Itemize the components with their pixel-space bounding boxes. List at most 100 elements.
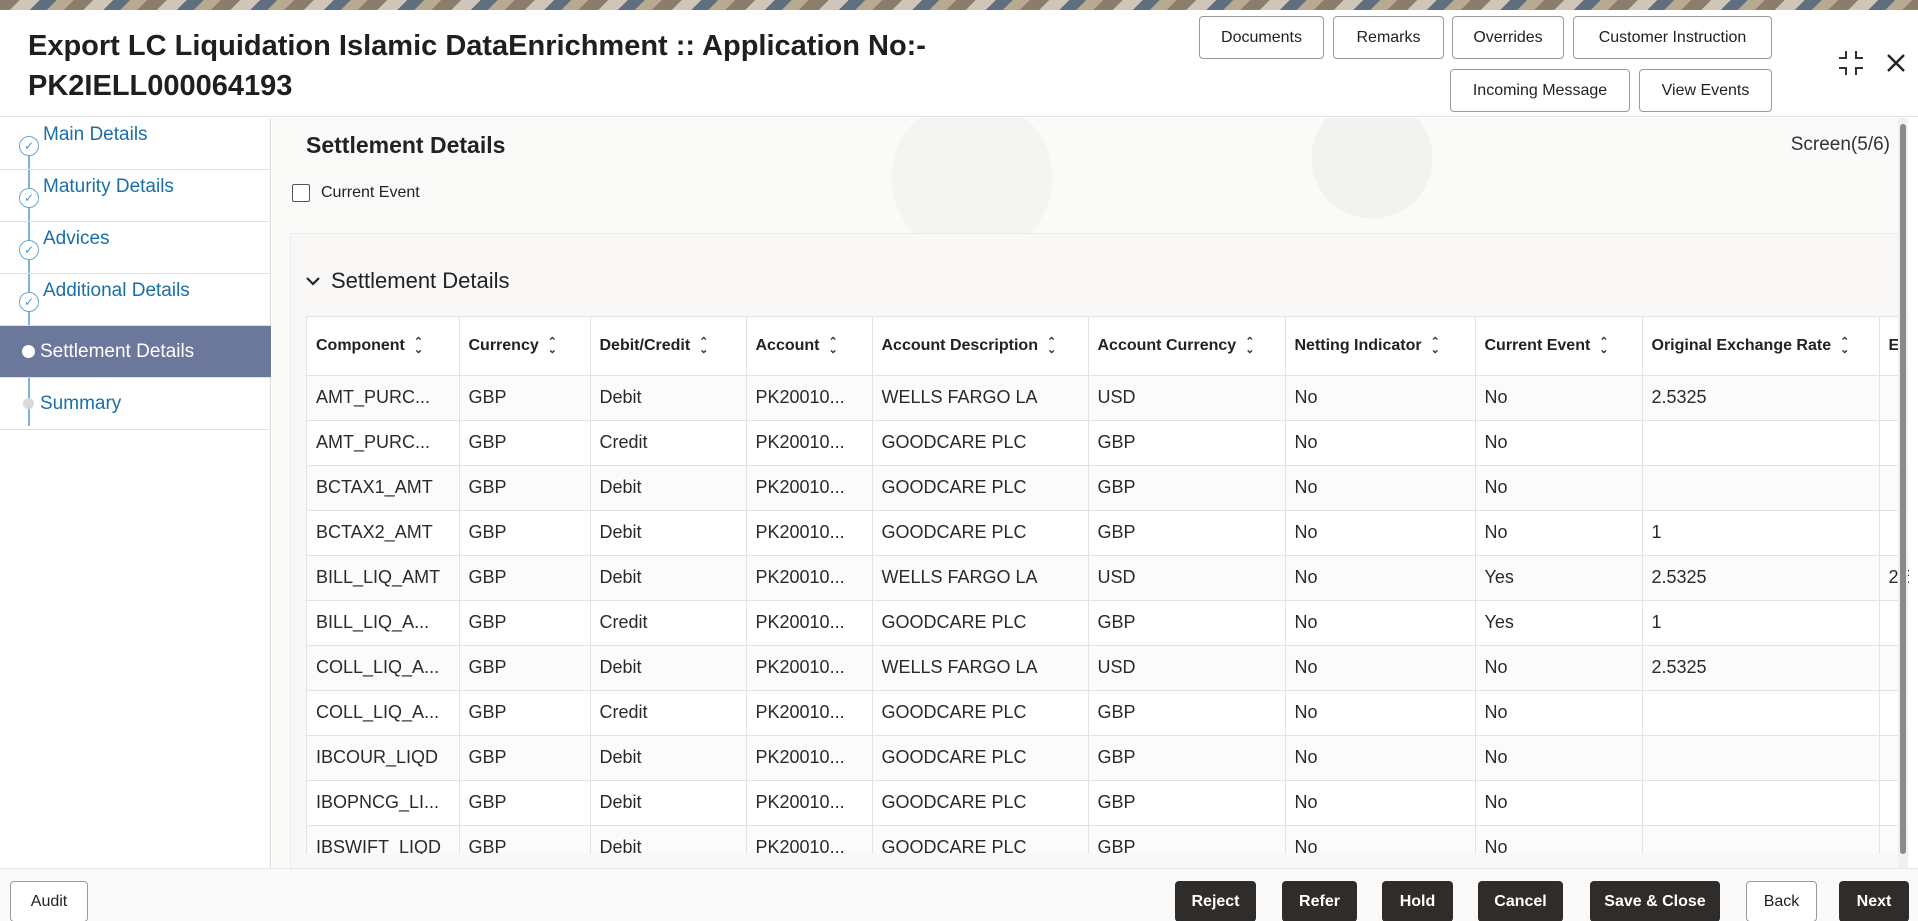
incoming-message-button[interactable]: Incoming Message — [1450, 69, 1630, 112]
sort-icon[interactable]: ⌃ ⌄ — [1431, 336, 1440, 355]
vertical-scrollbar[interactable] — [1898, 118, 1908, 896]
panel-title: Settlement Details — [331, 268, 510, 293]
table-cell: PK20010... — [746, 465, 873, 511]
sort-icon[interactable]: ⌃ ⌄ — [1047, 336, 1056, 355]
minimize-window-icon[interactable] — [1836, 48, 1866, 78]
table-cell: 1 — [1642, 510, 1880, 556]
column-header[interactable]: Netting Indicator ⌃ ⌄ — [1285, 317, 1476, 376]
table-row[interactable]: COLL_LIQ_A... GBP Credit PK20010... GOODCARE… — [307, 690, 1909, 736]
sort-icon[interactable]: ⌃ ⌄ — [1245, 336, 1254, 355]
settlement-details-panel: Settlement Details Component ⌃ ⌄ Currency ⌃ ⌄… — [290, 233, 1909, 896]
remarks-button[interactable]: Remarks — [1333, 16, 1444, 59]
back-button[interactable]: Back — [1746, 881, 1817, 921]
audit-button[interactable]: Audit — [10, 881, 88, 921]
next-button[interactable]: Next — [1839, 881, 1909, 921]
table-row[interactable]: BCTAX1_AMT GBP Debit PK20010... GOODCARE PLC… — [307, 465, 1909, 511]
table-cell: 2.5325 — [1642, 555, 1880, 601]
table-cell: No — [1285, 510, 1476, 556]
table-row[interactable]: BILL_LIQ_A... GBP Credit PK20010... GOODCARE… — [307, 600, 1909, 646]
table-cell: USD — [1088, 555, 1286, 601]
column-header-label: Account Currency — [1097, 336, 1237, 354]
reject-button[interactable]: Reject — [1175, 881, 1256, 921]
table-cell: GOODCARE PLC — [872, 780, 1089, 826]
table-cell: Debit — [590, 465, 747, 511]
column-header-label: Account — [755, 336, 820, 354]
current-event-checkbox[interactable]: Current Event — [292, 184, 420, 202]
sidebar-item-settlement-details[interactable]: Settlement Details — [0, 326, 271, 378]
table-row[interactable]: IBOPNCG_LI... GBP Debit PK20010... GOODCARE … — [307, 780, 1909, 826]
sidebar-item-main-details[interactable]: ✓ Main Details — [0, 118, 271, 170]
footer-bar: Audit Reject Refer Hold Cancel Save & Cl… — [0, 868, 1918, 921]
documents-button[interactable]: Documents — [1199, 16, 1324, 59]
table-cell: No — [1475, 690, 1643, 736]
cancel-button[interactable]: Cancel — [1478, 881, 1563, 921]
scrollbar-thumb[interactable] — [1900, 124, 1906, 854]
table-cell: AMT_PURC... — [307, 420, 460, 466]
column-header[interactable]: Component ⌃ ⌄ — [307, 317, 460, 376]
sort-icon[interactable]: ⌃ ⌄ — [699, 336, 708, 355]
hold-button[interactable]: Hold — [1382, 881, 1453, 921]
table-cell: 2.5325 — [1642, 645, 1880, 691]
table-cell: WELLS FARGO LA — [872, 375, 1089, 421]
table-cell: GBP — [459, 510, 591, 556]
table-cell: GBP — [459, 735, 591, 781]
column-header-label: Original Exchange Rate — [1651, 336, 1832, 354]
table-cell: GBP — [459, 555, 591, 601]
table-row[interactable]: AMT_PURC... GBP Debit PK20010... WELLS FARGO… — [307, 375, 1909, 421]
table-cell: WELLS FARGO LA — [872, 645, 1089, 691]
check-circle-icon: ✓ — [19, 292, 39, 312]
table-cell: GBP — [1088, 420, 1286, 466]
table-row[interactable]: AMT_PURC... GBP Credit PK20010... GOODCARE P… — [307, 420, 1909, 466]
sidebar-nav: ✓ Main Details ✓ Maturity Details ✓ Advi… — [0, 118, 271, 896]
table-cell: PK20010... — [746, 780, 873, 826]
table-cell: No — [1475, 510, 1643, 556]
column-header[interactable]: Currency ⌃ ⌄ — [459, 317, 591, 376]
sort-icon[interactable]: ⌃ ⌄ — [548, 336, 557, 355]
sort-icon[interactable]: ⌃ ⌄ — [1840, 336, 1849, 355]
sidebar-item-additional-details[interactable]: ✓ Additional Details — [0, 274, 271, 326]
table-cell: BILL_LIQ_AMT — [307, 555, 460, 601]
column-header[interactable]: Account ⌃ ⌄ — [746, 317, 873, 376]
chevron-down-icon[interactable] — [305, 271, 331, 292]
customer-instruction-button[interactable]: Customer Instruction — [1573, 16, 1772, 59]
sidebar-item-maturity-details[interactable]: ✓ Maturity Details — [0, 170, 271, 222]
panel-header[interactable]: Settlement Details — [305, 268, 510, 294]
check-circle-icon: ✓ — [19, 188, 39, 208]
column-header-label: Component — [316, 336, 405, 354]
column-header[interactable]: Debit/Credit ⌃ ⌄ — [590, 317, 747, 376]
table-cell: USD — [1088, 375, 1286, 421]
close-icon[interactable] — [1881, 48, 1911, 78]
table-row[interactable]: IBSWIFT_LIQD GBP Debit PK20010... GOODCARE P… — [307, 825, 1909, 854]
page-title: Export LC Liquidation Islamic DataEnrich… — [28, 26, 928, 106]
column-header-label: Debit/Credit — [599, 336, 691, 354]
overrides-button[interactable]: Overrides — [1452, 16, 1564, 59]
save-close-button[interactable]: Save & Close — [1590, 881, 1720, 921]
column-header[interactable]: Current Event ⌃ ⌄ — [1475, 317, 1643, 376]
table-row[interactable]: IBCOUR_LIQD GBP Debit PK20010... GOODCARE PL… — [307, 735, 1909, 781]
refer-button[interactable]: Refer — [1282, 881, 1357, 921]
sort-icon[interactable]: ⌃ ⌄ — [829, 336, 838, 355]
table-cell: IBSWIFT_LIQD — [307, 825, 460, 854]
sidebar-item-advices[interactable]: ✓ Advices — [0, 222, 271, 274]
table-cell: PK20010... — [746, 555, 873, 601]
sort-icon[interactable]: ⌃ ⌄ — [414, 336, 423, 355]
page-title-line1: Export LC Liquidation Islamic DataEnrich… — [28, 30, 926, 62]
table-cell: GBP — [1088, 735, 1286, 781]
table-row[interactable]: COLL_LIQ_A... GBP Debit PK20010... WELLS FAR… — [307, 645, 1909, 691]
table-cell: GBP — [1088, 780, 1286, 826]
column-header[interactable]: Account Currency ⌃ ⌄ — [1088, 317, 1286, 376]
table-cell: GOODCARE PLC — [872, 600, 1089, 646]
table-row[interactable]: BCTAX2_AMT GBP Debit PK20010... GOODCARE PLC… — [307, 510, 1909, 556]
column-header[interactable]: Account Description ⌃ ⌄ — [872, 317, 1089, 376]
sidebar-item-label: Main Details — [43, 124, 148, 145]
sort-icon[interactable]: ⌃ ⌄ — [1599, 336, 1608, 355]
table-row[interactable]: BILL_LIQ_AMT GBP Debit PK20010... WELLS FARG… — [307, 555, 1909, 601]
checkbox-icon[interactable] — [292, 184, 310, 202]
column-header-label: Current Event — [1484, 336, 1591, 354]
check-circle-icon: ✓ — [19, 136, 39, 156]
table-cell: GBP — [1088, 825, 1286, 854]
column-header[interactable]: Original Exchange Rate ⌃ ⌄ — [1642, 317, 1880, 376]
sidebar-item-summary[interactable]: Summary — [0, 378, 271, 430]
table-cell: Debit — [590, 780, 747, 826]
view-events-button[interactable]: View Events — [1639, 69, 1772, 112]
